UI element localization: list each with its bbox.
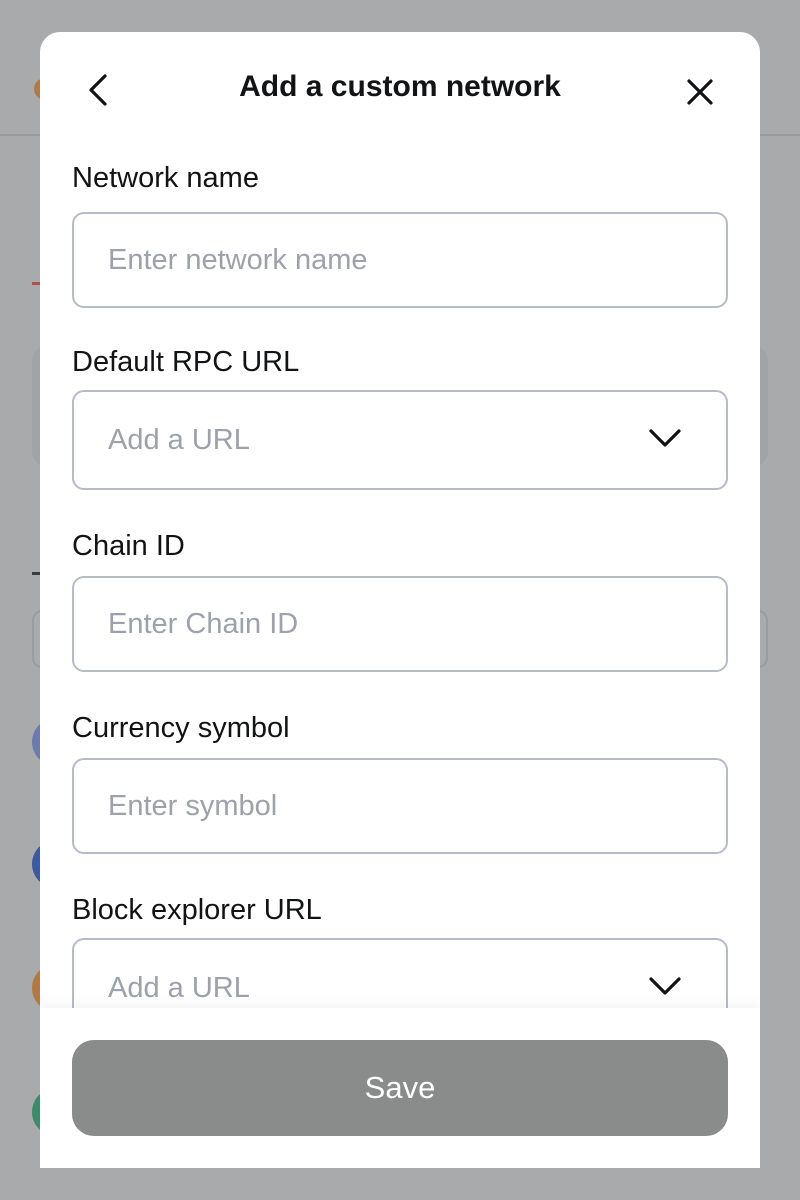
save-button[interactable]: Save	[72, 1040, 728, 1136]
currency-symbol-label: Currency symbol	[72, 712, 290, 744]
chain-id-label: Chain ID	[72, 530, 185, 562]
chain-id-input[interactable]	[74, 578, 726, 670]
network-name-label: Network name	[72, 162, 259, 194]
network-form: Network name Default RPC URL Add a URL C…	[72, 162, 728, 1038]
chevron-down-icon	[649, 429, 681, 447]
modal-header: Add a custom network	[40, 32, 760, 152]
modal-title: Add a custom network	[239, 70, 561, 103]
currency-symbol-field	[72, 758, 728, 854]
network-name-input[interactable]	[74, 214, 726, 306]
network-name-field	[72, 212, 728, 308]
rpc-url-label: Default RPC URL	[72, 346, 300, 378]
rpc-url-dropdown[interactable]: Add a URL	[72, 390, 728, 490]
currency-symbol-input[interactable]	[74, 760, 726, 852]
rpc-url-value: Add a URL	[108, 424, 250, 456]
chain-id-field	[72, 576, 728, 672]
close-button[interactable]	[678, 70, 722, 114]
close-icon	[687, 79, 713, 105]
modal-footer: Save	[40, 1008, 760, 1168]
add-custom-network-modal: Add a custom network Network name Defaul…	[40, 32, 760, 1168]
chevron-down-icon	[649, 977, 681, 995]
block-explorer-url-label: Block explorer URL	[72, 894, 322, 926]
